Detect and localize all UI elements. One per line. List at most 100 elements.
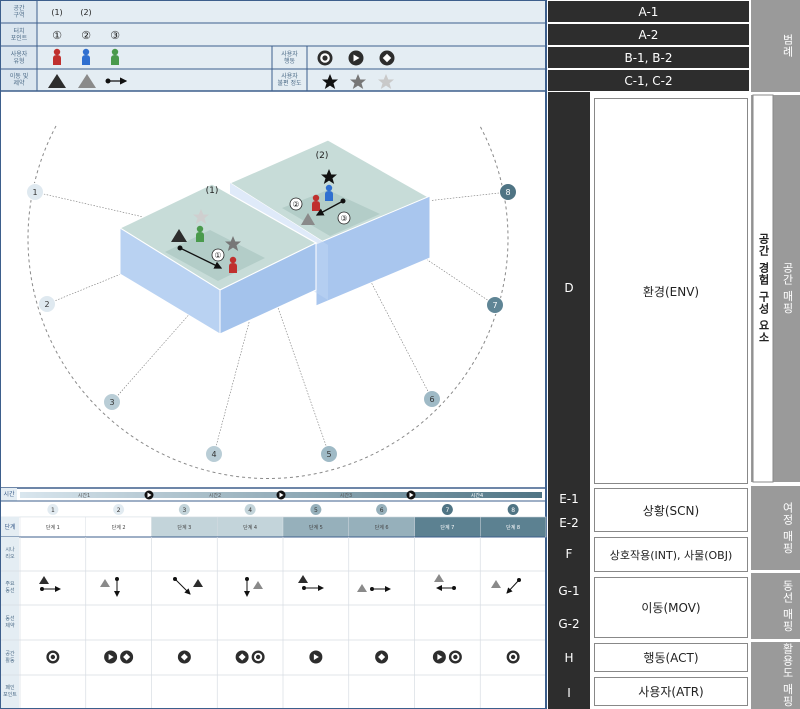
svg-text:1: 1 bbox=[32, 188, 37, 197]
side-label-spatial-mapping: 공간 매핑 bbox=[781, 262, 794, 315]
step-number-4: 4 bbox=[244, 504, 256, 515]
code-b: B-1, B-2 bbox=[548, 47, 749, 68]
step-header-4: 단계 4 bbox=[217, 516, 284, 538]
svg-text:단계 1: 단계 1 bbox=[46, 524, 60, 531]
step-header-3: 단계 3 bbox=[151, 516, 218, 538]
code-g2: G-2 bbox=[558, 617, 580, 631]
svg-text:7: 7 bbox=[445, 507, 449, 514]
svg-text:2: 2 bbox=[117, 507, 121, 514]
step-number-7: 7 bbox=[441, 504, 453, 515]
legend-zone-1: (1) bbox=[51, 7, 63, 17]
timeline-header: 시간 bbox=[3, 491, 15, 498]
side-label-journey-mapping: 여정 매핑 bbox=[781, 501, 794, 555]
code-a1: A-1 bbox=[548, 1, 749, 22]
viewpoint-2: 2 bbox=[38, 295, 56, 313]
code-e2: E-2 bbox=[559, 516, 579, 530]
svg-text:3: 3 bbox=[109, 398, 114, 407]
viewpoint-4: 4 bbox=[205, 445, 223, 463]
svg-text:단계 8: 단계 8 bbox=[506, 524, 520, 531]
step-header-6: 단계 6 bbox=[348, 516, 415, 538]
row-label-pain-point: 페인 포인트 bbox=[3, 684, 17, 698]
step-number-3: 3 bbox=[178, 504, 190, 515]
activity-cell-8 bbox=[506, 650, 520, 664]
code-i: I bbox=[567, 685, 571, 700]
row-label-scenario: 시나 리오 bbox=[5, 547, 15, 560]
svg-text:7: 7 bbox=[492, 301, 497, 310]
behavior-play-icon bbox=[348, 50, 364, 66]
viewpoint-1: 1 bbox=[26, 183, 44, 201]
viewpoint-7: 7 bbox=[486, 296, 504, 314]
viewpoint-3: 3 bbox=[103, 393, 121, 411]
svg-text:4: 4 bbox=[248, 507, 252, 514]
activity-cell-5 bbox=[309, 650, 323, 664]
activity-cell-1 bbox=[46, 650, 60, 664]
svg-text:단계 3: 단계 3 bbox=[177, 524, 191, 531]
legend-label-discomfort: 사용자 불편 정도 bbox=[277, 73, 302, 87]
code-g1: G-1 bbox=[558, 584, 580, 598]
behavior-diamond-icon bbox=[379, 50, 395, 66]
user-type-green-icon bbox=[111, 48, 119, 65]
legend-label-zone: 공간 구역 bbox=[13, 5, 25, 19]
row-label-route-constraint: 동선 제약 bbox=[5, 615, 15, 629]
legend-label-touchpoint: 터치 포인트 bbox=[10, 27, 28, 42]
svg-text:단계 6: 단계 6 bbox=[375, 524, 389, 531]
svg-text:2: 2 bbox=[44, 300, 49, 309]
scene-person-red-1 bbox=[229, 256, 237, 273]
scene-person-green bbox=[196, 225, 204, 242]
svg-text:6: 6 bbox=[429, 395, 434, 404]
viewpoint-6: 6 bbox=[423, 390, 441, 408]
step-header-8: 단계 8 bbox=[480, 516, 547, 538]
side-label-activity-mapping: 활용도 매핑 bbox=[781, 643, 794, 708]
component-env: 환경(ENV) bbox=[594, 98, 748, 484]
svg-text:5: 5 bbox=[326, 450, 331, 459]
touch-marker-2: ② bbox=[292, 200, 299, 209]
step-header-5: 단계 5 bbox=[282, 516, 349, 538]
legend-zone-2: (2) bbox=[80, 7, 92, 17]
svg-text:4: 4 bbox=[211, 450, 216, 459]
code-f: F bbox=[565, 547, 573, 561]
user-type-blue-icon bbox=[82, 48, 90, 65]
row-label-main-route: 주요 동선 bbox=[5, 581, 15, 594]
svg-text:단계 5: 단계 5 bbox=[309, 524, 323, 531]
step-number-5: 5 bbox=[310, 504, 322, 515]
svg-text:단계 4: 단계 4 bbox=[243, 524, 257, 531]
user-type-red-icon bbox=[53, 48, 61, 65]
step-number-8: 8 bbox=[507, 504, 519, 515]
legend-touch-1: ① bbox=[52, 28, 62, 42]
step-number-1: 1 bbox=[47, 504, 59, 515]
svg-text:5: 5 bbox=[314, 507, 318, 514]
behavior-target-icon bbox=[317, 50, 333, 66]
step-header-2: 단계 2 bbox=[85, 516, 152, 538]
svg-text:단계 2: 단계 2 bbox=[112, 524, 126, 531]
step-header-7: 단계 7 bbox=[414, 516, 481, 538]
legend-touch-3: ③ bbox=[110, 28, 120, 42]
code-a2: A-2 bbox=[548, 24, 749, 45]
legend-touch-2: ② bbox=[81, 28, 91, 42]
side-label-flow-mapping: 동선 매핑 bbox=[781, 579, 794, 633]
activity-cell-6 bbox=[375, 650, 389, 664]
component-int-obj: 상호작용(INT), 사물(OBJ) bbox=[594, 537, 748, 572]
svg-text:8: 8 bbox=[505, 188, 510, 197]
time-segment-3: 시간3 bbox=[339, 492, 353, 499]
time-segment-1: 시간1 bbox=[77, 492, 91, 499]
step-number-6: 6 bbox=[376, 504, 388, 515]
component-act: 행동(ACT) bbox=[594, 643, 748, 672]
touch-marker-3: ③ bbox=[340, 214, 347, 223]
legend-label-user-behavior: 사용자 행동 bbox=[281, 50, 298, 65]
zone-label-1: (1) bbox=[206, 186, 219, 196]
step-row-label: 단계 bbox=[4, 523, 16, 531]
legend-label-user-type: 사용자 유형 bbox=[10, 50, 28, 65]
svg-text:단계 7: 단계 7 bbox=[440, 524, 454, 531]
time-segment-2: 시간2 bbox=[208, 492, 222, 499]
touch-marker-1: ① bbox=[214, 251, 221, 260]
svg-text:8: 8 bbox=[511, 507, 515, 514]
legend-label-movement: 이동 및 제약 bbox=[9, 73, 29, 87]
viewpoint-5: 5 bbox=[320, 445, 338, 463]
time-segment-4: 시간4 bbox=[470, 492, 484, 499]
step-number-2: 2 bbox=[113, 504, 125, 515]
row-label-space-activity: 공간 활동 bbox=[5, 650, 15, 664]
activity-cell-3 bbox=[177, 650, 191, 664]
side-label-legend: 범례 bbox=[781, 34, 794, 58]
svg-text:3: 3 bbox=[182, 507, 186, 514]
component-atr: 사용자(ATR) bbox=[594, 677, 748, 706]
